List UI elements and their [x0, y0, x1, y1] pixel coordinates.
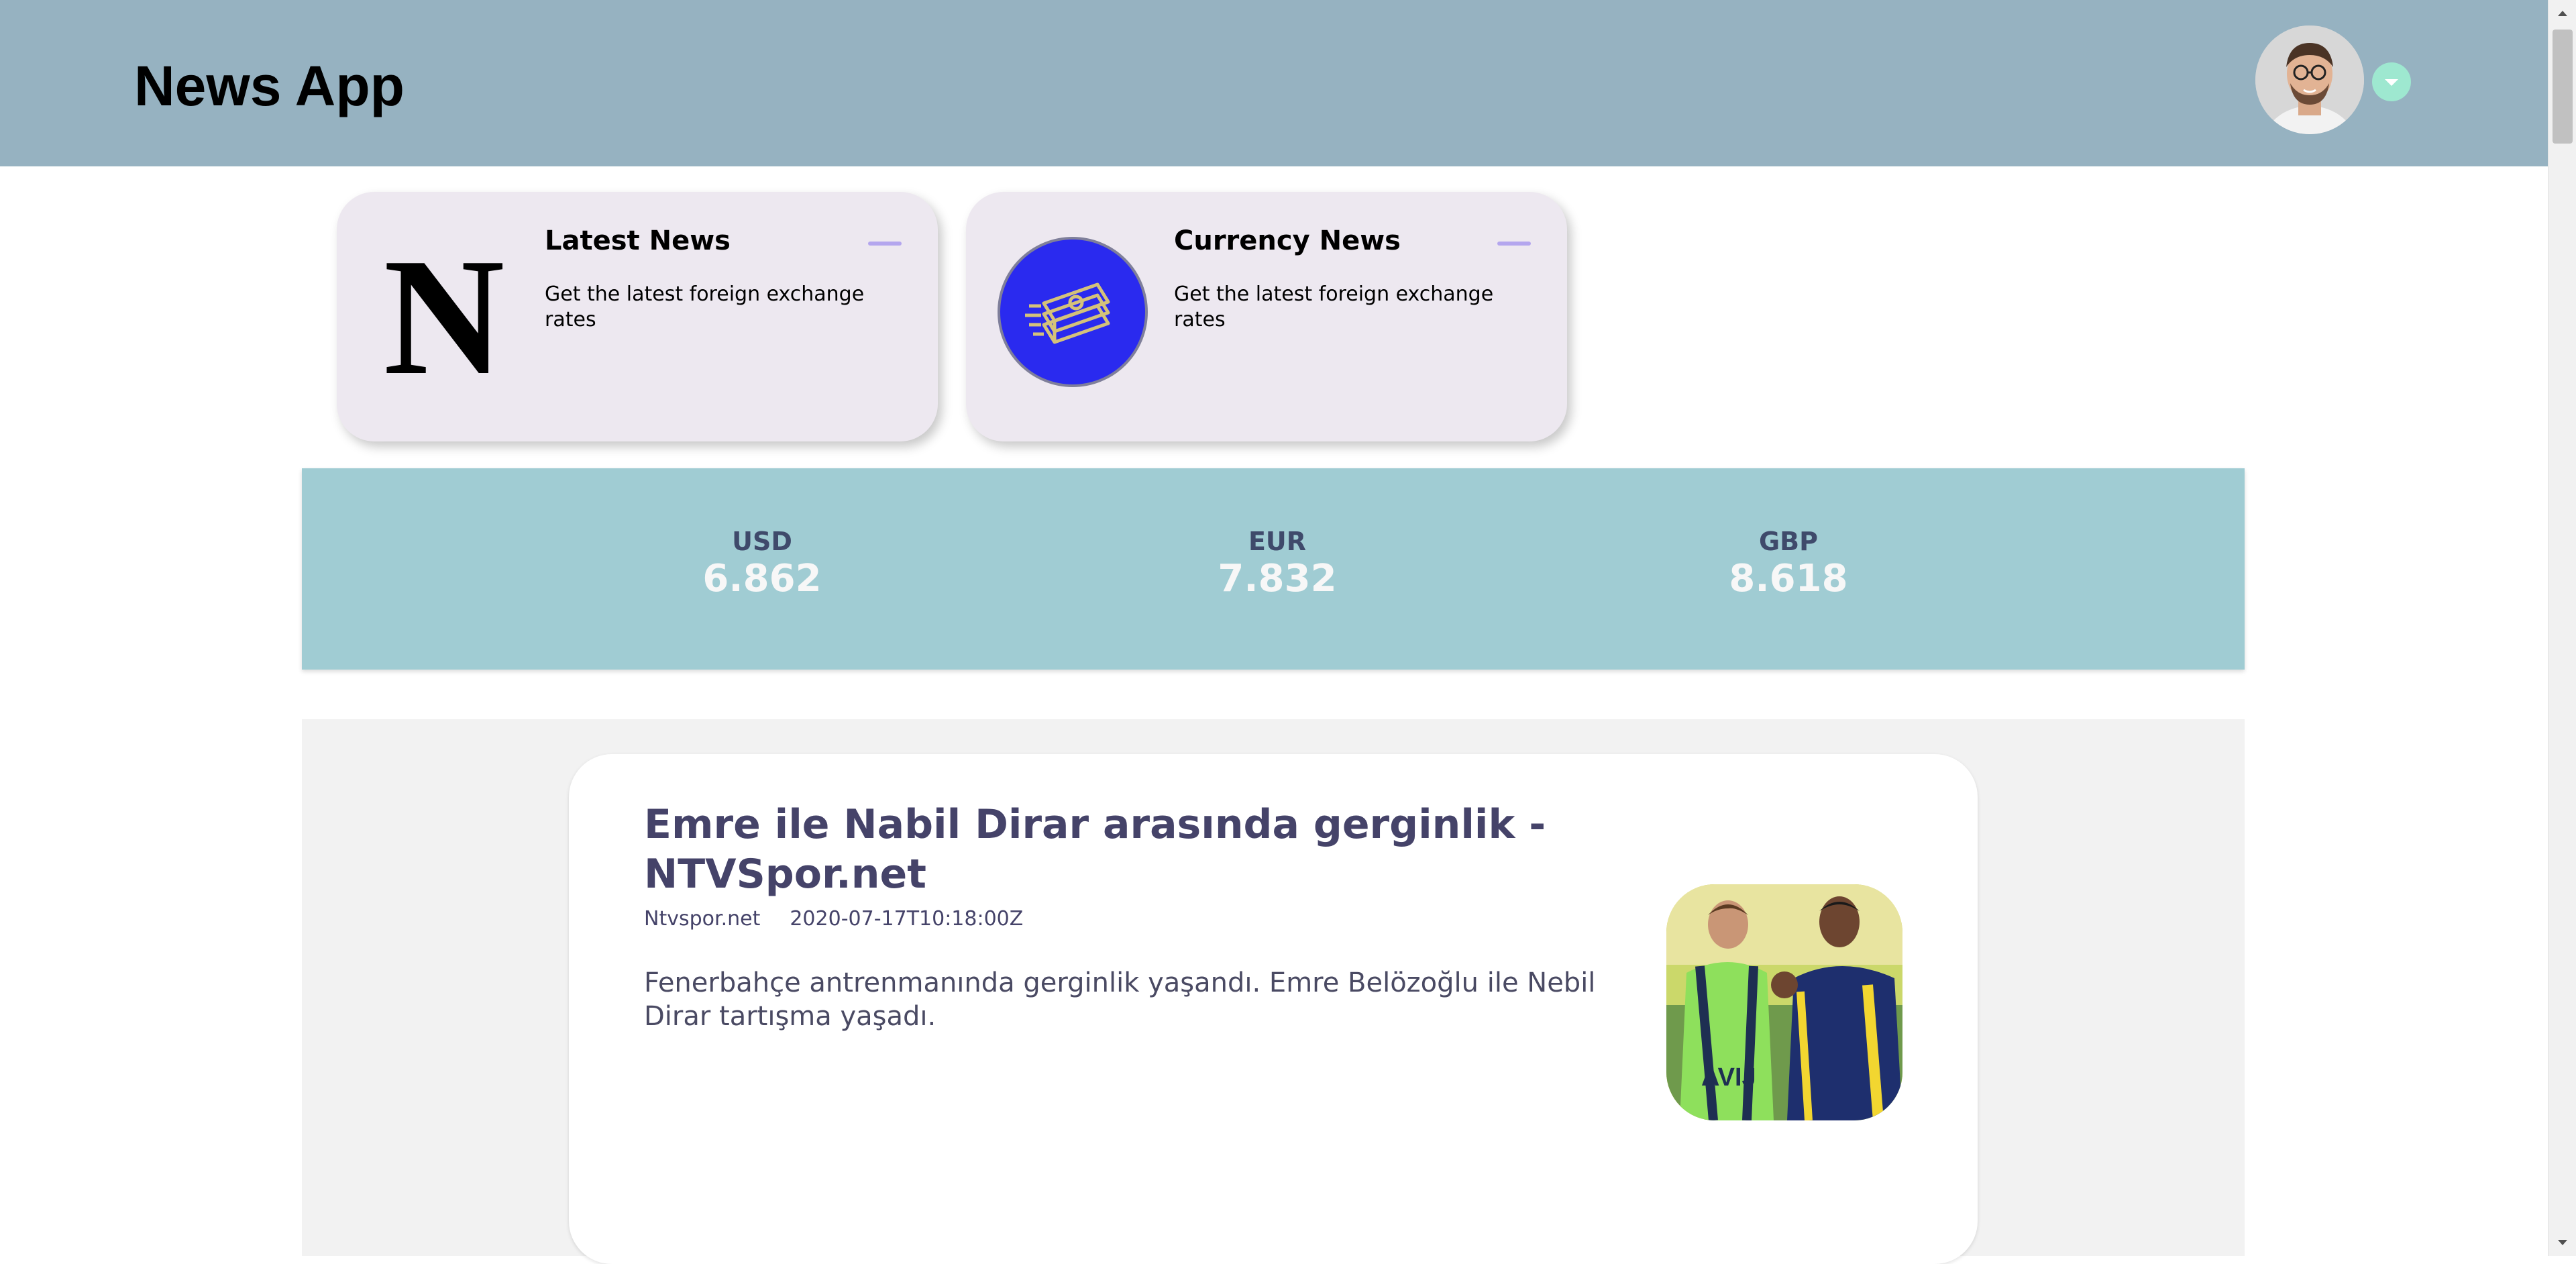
minimize-icon[interactable] — [868, 242, 902, 246]
chevron-down-icon — [2385, 79, 2398, 86]
money-stack-icon — [997, 236, 1148, 388]
svg-text:N: N — [384, 238, 505, 392]
latest-news-card[interactable]: N Latest News Get the latest foreign exc… — [337, 192, 938, 441]
rate-usd: USD 6.862 — [628, 526, 896, 601]
rate-code: USD — [732, 527, 792, 556]
articles-list: Emre ile Nabil Dirar arasında gerginlik … — [302, 719, 2245, 1264]
scroll-up-icon[interactable] — [2548, 0, 2576, 27]
article-date: 2020-07-17T10:18:00Z — [790, 907, 1024, 931]
article-source: Ntvspor.net — [644, 907, 761, 931]
article-meta: Ntvspor.net 2020-07-17T10:18:00Z — [644, 907, 1023, 931]
minimize-icon[interactable] — [1497, 242, 1531, 246]
currency-rates-bar: USD 6.862 EUR 7.832 GBP 8.618 — [302, 468, 2245, 670]
user-avatar[interactable] — [2255, 25, 2364, 134]
card-title: Latest News — [545, 225, 731, 256]
currency-news-card[interactable]: Currency News Get the latest foreign exc… — [966, 192, 1567, 441]
app-title: News App — [134, 54, 405, 117]
rate-value: 8.618 — [1729, 557, 1848, 600]
svg-text:AVIJ: AVIJ — [1701, 1063, 1756, 1092]
rate-gbp: GBP 8.618 — [1654, 526, 1923, 601]
article-description: Fenerbahçe antrenmanında gerginlik yaşan… — [644, 967, 1596, 1032]
avatar-icon — [2255, 25, 2364, 134]
card-description: Get the latest foreign exchange rates — [545, 282, 865, 331]
football-players-photo[interactable]: AVIJ — [1666, 884, 1902, 1120]
article-card[interactable]: Emre ile Nabil Dirar arasında gerginlik … — [569, 754, 1978, 1264]
article-title[interactable]: Emre ile Nabil Dirar arasında gerginlik … — [644, 800, 1583, 899]
rate-value: 7.832 — [1218, 557, 1337, 600]
app-header: News App — [0, 0, 2548, 166]
rate-code: GBP — [1758, 527, 1818, 556]
rate-eur: EUR 7.832 — [1143, 526, 1411, 601]
profile-dropdown-button[interactable] — [2372, 62, 2411, 101]
card-description: Get the latest foreign exchange rates — [1174, 282, 1494, 331]
card-title: Currency News — [1174, 225, 1401, 256]
page-scrollbar[interactable] — [2548, 0, 2576, 1256]
newspaper-n-logo: N — [377, 224, 511, 410]
rate-code: EUR — [1248, 527, 1307, 556]
scroll-down-icon[interactable] — [2548, 1229, 2576, 1256]
rate-value: 6.862 — [702, 557, 822, 600]
scrollbar-thumb[interactable] — [2553, 30, 2573, 144]
